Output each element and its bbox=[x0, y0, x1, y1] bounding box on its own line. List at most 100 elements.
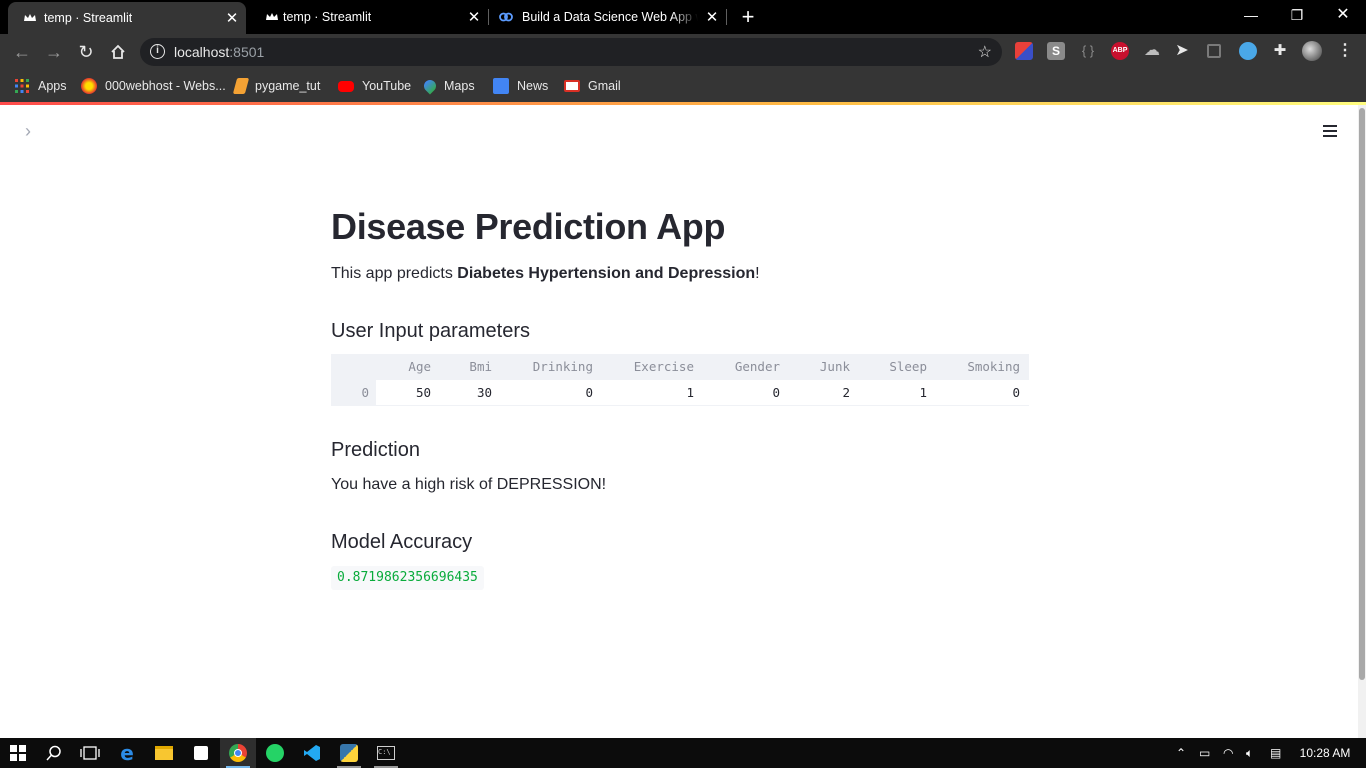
column-header-junk: Junk bbox=[819, 359, 850, 374]
site-info-icon[interactable]: i bbox=[150, 44, 165, 59]
tab-title: Build a Data Science Web App wi bbox=[522, 10, 698, 24]
tab-title: temp · Streamlit bbox=[44, 11, 133, 25]
extension-red-icon[interactable] bbox=[1015, 42, 1033, 60]
column-header-gender: Gender bbox=[734, 359, 780, 374]
close-window-button[interactable]: ✕ bbox=[1320, 0, 1366, 30]
streamlit-crown-icon bbox=[266, 13, 278, 20]
news-icon bbox=[493, 78, 509, 94]
streamlit-crown-icon bbox=[24, 14, 36, 21]
url-text[interactable]: localhost:8501 bbox=[174, 44, 264, 60]
model-accuracy-value: 0.8719862356696435 bbox=[331, 566, 484, 590]
adblock-plus-icon[interactable]: ABP bbox=[1111, 42, 1129, 60]
bookmark-label: Apps bbox=[38, 79, 67, 93]
tab-separator bbox=[488, 9, 489, 25]
chrome-icon[interactable] bbox=[220, 738, 256, 768]
input-params-heading: User Input parameters bbox=[331, 320, 530, 342]
forward-button[interactable]: → bbox=[40, 38, 68, 66]
extension-braces-icon[interactable]: { } bbox=[1079, 42, 1097, 60]
python-icon[interactable] bbox=[331, 738, 367, 768]
minimize-button[interactable]: — bbox=[1228, 0, 1274, 30]
extension-cloud-icon[interactable]: ☁ bbox=[1143, 42, 1161, 60]
browser-titlebar: temp · Streamlit ✕ temp · Streamlit ✕ Bu… bbox=[0, 0, 1366, 34]
home-icon bbox=[111, 44, 125, 59]
vscode-icon[interactable] bbox=[294, 738, 330, 768]
tab-temp-streamlit-1[interactable]: temp · Streamlit ✕ bbox=[8, 2, 246, 34]
extension-s-icon[interactable]: S bbox=[1047, 42, 1065, 60]
profile-avatar-icon[interactable] bbox=[1302, 41, 1322, 61]
table-cell: 0 bbox=[585, 385, 593, 400]
close-icon[interactable]: ✕ bbox=[704, 8, 720, 26]
extension-cursor-icon[interactable]: ➤ bbox=[1173, 42, 1191, 60]
home-button[interactable] bbox=[104, 38, 132, 66]
prediction-heading: Prediction bbox=[331, 439, 420, 461]
table-cell: 30 bbox=[476, 385, 492, 400]
youtube-icon bbox=[338, 80, 354, 92]
gmail-icon bbox=[564, 80, 580, 92]
windows-taskbar: e C:\ ⌃ ▭ ◠ 🔈︎ ▤ 10:28 AM bbox=[0, 738, 1366, 768]
input-dataframe[interactable]: Age Bmi Drinking Exercise Gender Junk Sl… bbox=[331, 354, 1029, 406]
bookmark-000webhost[interactable]: 000webhost - Webs... bbox=[81, 76, 226, 96]
store-icon[interactable] bbox=[183, 738, 219, 768]
tab-build-data-science-app[interactable]: Build a Data Science Web App wi ✕ bbox=[490, 0, 726, 34]
table-cell: 2 bbox=[842, 385, 850, 400]
bookmark-star-icon[interactable]: ☆ bbox=[978, 42, 992, 62]
model-accuracy-heading: Model Accuracy bbox=[331, 531, 473, 553]
extension-blue-icon[interactable] bbox=[1239, 42, 1257, 60]
tray-overflow-chevron-icon[interactable]: ⌃ bbox=[1176, 738, 1186, 768]
row-index: 0 bbox=[361, 385, 369, 400]
bookmark-apps[interactable]: Apps bbox=[14, 76, 67, 96]
column-header-smoking: Smoking bbox=[967, 359, 1020, 374]
back-button[interactable]: ← bbox=[8, 38, 36, 66]
column-header-bmi: Bmi bbox=[469, 359, 492, 374]
table-cell: 0 bbox=[1012, 385, 1020, 400]
streamlit-page: › Disease Prediction App This app predic… bbox=[0, 105, 1358, 738]
windows-start-icon[interactable] bbox=[0, 738, 36, 768]
notifications-icon[interactable]: ▤ bbox=[1270, 738, 1281, 768]
tab-temp-streamlit-2[interactable]: temp · Streamlit ✕ bbox=[250, 0, 488, 34]
bookmark-label: 000webhost - Webs... bbox=[105, 79, 226, 93]
page-scrollbar-thumb[interactable] bbox=[1359, 108, 1365, 680]
battery-icon[interactable]: ▭ bbox=[1199, 738, 1210, 768]
search-icon[interactable] bbox=[36, 738, 72, 768]
sidebar-expand-chevron-icon[interactable]: › bbox=[18, 121, 38, 141]
taskbar-clock[interactable]: 10:28 AM bbox=[1296, 738, 1354, 768]
column-header-age: Age bbox=[408, 359, 431, 374]
wifi-icon[interactable]: ◠ bbox=[1223, 738, 1233, 768]
bookmark-label: YouTube bbox=[362, 79, 412, 93]
webhost-icon bbox=[81, 78, 97, 94]
hamburger-menu-icon[interactable] bbox=[1318, 122, 1342, 144]
task-view-icon[interactable] bbox=[72, 738, 108, 768]
extension-window-icon[interactable] bbox=[1207, 44, 1221, 58]
bookmark-label: Maps bbox=[444, 79, 475, 93]
table-cell: 1 bbox=[919, 385, 927, 400]
column-header-drinking: Drinking bbox=[532, 359, 593, 374]
bookmark-youtube[interactable]: YouTube bbox=[338, 76, 411, 96]
bookmark-gmail[interactable]: Gmail bbox=[564, 76, 621, 96]
browser-toolbar: ← → ↻ i localhost:8501 ☆ bbox=[0, 34, 1366, 70]
bookmark-pygame-tut[interactable]: pygame_tut bbox=[232, 76, 321, 96]
reload-button[interactable]: ↻ bbox=[72, 38, 100, 66]
table-cell: 50 bbox=[415, 385, 431, 400]
bookmark-label: pygame_tut bbox=[255, 79, 321, 93]
column-header-exercise: Exercise bbox=[633, 359, 694, 374]
whatsapp-icon[interactable] bbox=[257, 738, 293, 768]
volume-icon[interactable]: 🔈︎ bbox=[1246, 738, 1253, 768]
new-tab-button[interactable]: + bbox=[738, 4, 758, 30]
bookmark-label: News bbox=[517, 79, 549, 93]
chrome-menu-icon[interactable]: ⋮ bbox=[1336, 42, 1354, 60]
terminal-icon[interactable]: C:\ bbox=[368, 738, 404, 768]
table-cell: 0 bbox=[772, 385, 780, 400]
bookmark-label: Gmail bbox=[588, 79, 621, 93]
bookmark-maps[interactable]: Maps bbox=[421, 76, 475, 96]
address-bar[interactable]: i localhost:8501 ☆ bbox=[140, 38, 1002, 66]
bookmark-news[interactable]: News bbox=[493, 76, 548, 96]
table-cell: 1 bbox=[686, 385, 694, 400]
edge-icon[interactable]: e bbox=[109, 738, 145, 768]
puzzle-icon[interactable]: ✚ bbox=[1271, 42, 1289, 60]
page-title: Disease Prediction App bbox=[331, 206, 726, 247]
restore-button[interactable]: ❐ bbox=[1274, 0, 1320, 30]
prediction-text: You have a high risk of DEPRESSION! bbox=[331, 476, 607, 493]
close-icon[interactable]: ✕ bbox=[466, 8, 482, 26]
file-explorer-icon[interactable] bbox=[146, 738, 182, 768]
close-icon[interactable]: ✕ bbox=[224, 9, 240, 27]
